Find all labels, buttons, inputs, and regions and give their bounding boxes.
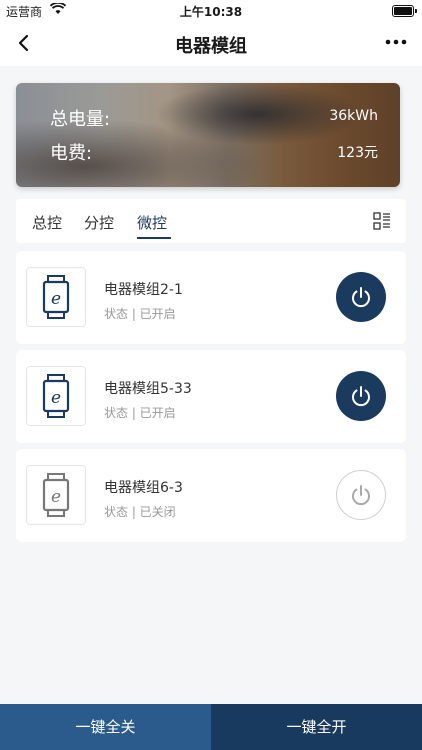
- svg-text:e: e: [51, 289, 61, 309]
- more-button[interactable]: [384, 30, 408, 54]
- device-status: 状态 | 已关闭: [104, 505, 176, 519]
- power-toggle-button[interactable]: [336, 272, 386, 322]
- svg-text:e: e: [51, 487, 61, 507]
- navigation-bar: 电器模组: [0, 22, 422, 66]
- fee-row: 电费: 123元: [50, 139, 378, 165]
- bottom-action-bar: 一键全关 一键全开: [0, 704, 422, 750]
- fee-label: 电费:: [50, 143, 93, 164]
- plug-module-icon: e: [42, 473, 70, 517]
- device-status: 状态 | 已开启: [104, 406, 176, 420]
- total-energy-row: 总电量: 36kWh: [50, 105, 378, 131]
- clock: 上午10:38: [179, 5, 243, 19]
- energy-summary-banner: 总电量: 36kWh 电费: 123元: [16, 83, 400, 187]
- power-toggle-button[interactable]: [336, 470, 386, 520]
- power-icon: [352, 287, 370, 308]
- tab-sub-control[interactable]: 分控: [84, 212, 114, 233]
- svg-text:e: e: [51, 388, 61, 408]
- device-name: 电器模组5-33: [104, 381, 192, 397]
- tab-total-control[interactable]: 总控: [32, 212, 62, 233]
- all-off-button[interactable]: 一键全关: [0, 704, 211, 750]
- device-thumbnail: e: [26, 267, 86, 327]
- control-tabs: 总控 分控 微控: [16, 199, 406, 243]
- device-thumbnail: e: [26, 366, 86, 426]
- device-name: 电器模组6-3: [104, 480, 183, 496]
- device-status: 状态 | 已开启: [104, 307, 176, 321]
- device-card[interactable]: e 电器模组2-1 状态 | 已开启: [16, 251, 406, 344]
- power-icon: [352, 386, 370, 407]
- power-icon: [352, 485, 370, 506]
- plug-module-icon: e: [42, 275, 70, 319]
- battery-icon: [392, 5, 417, 17]
- status-bar: 运营商 上午10:38: [0, 0, 422, 22]
- active-tab-indicator: [137, 237, 171, 239]
- power-toggle-button[interactable]: [336, 371, 386, 421]
- page-title: 电器模组: [175, 36, 247, 57]
- view-toggle-button[interactable]: [373, 212, 391, 230]
- all-on-button[interactable]: 一键全开: [211, 704, 422, 750]
- more-dots-icon: [385, 39, 407, 45]
- list-view-icon: [373, 212, 390, 230]
- total-energy-value: 36kWh: [329, 108, 378, 124]
- device-card[interactable]: e 电器模组5-33 状态 | 已开启: [16, 350, 406, 443]
- fee-value: 123元: [337, 145, 378, 161]
- device-thumbnail: e: [26, 465, 86, 525]
- total-energy-label: 总电量:: [50, 109, 111, 130]
- plug-module-icon: e: [42, 374, 70, 418]
- tab-micro-control[interactable]: 微控: [137, 212, 167, 233]
- device-name: 电器模组2-1: [104, 282, 183, 298]
- device-card[interactable]: e 电器模组6-3 状态 | 已关闭: [16, 449, 406, 542]
